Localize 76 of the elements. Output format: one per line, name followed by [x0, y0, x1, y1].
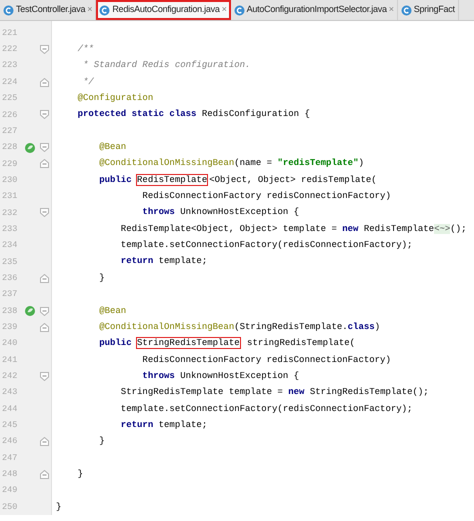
code-line: * Standard Redis configuration. [82, 61, 250, 70]
line-number: 243 [1, 386, 18, 400]
line-number: 246 [1, 435, 18, 448]
line-number: 248 [1, 468, 18, 481]
line-number: 232 [1, 206, 18, 220]
line-number: 240 [1, 337, 18, 350]
fold-icon[interactable] [40, 110, 48, 120]
code-line: } [98, 437, 105, 446]
file-tab[interactable]: AutoConfigurationImportSelector.java × [230, 0, 398, 20]
code-line: /** [76, 45, 94, 54]
line-number: 242 [1, 370, 18, 383]
code-line: throws UnknownHostException { [141, 208, 300, 218]
line-number: 250 [1, 500, 18, 514]
line-number: 222 [1, 43, 18, 56]
line-number: 245 [1, 419, 18, 432]
line-number: 241 [1, 354, 18, 366]
code-line: @ConditionalOnMissingBean(StringRedisTemplate.class) [98, 322, 380, 332]
class-file-icon [234, 4, 245, 16]
fold-icon[interactable] [40, 45, 48, 54]
bean-icon[interactable] [24, 305, 36, 318]
fold-icon[interactable] [40, 322, 48, 332]
code-line: return template; [120, 257, 208, 266]
line-number: 226 [1, 108, 18, 122]
code-line: */ [82, 78, 94, 87]
close-button[interactable]: × [222, 3, 227, 17]
fold-icon[interactable] [40, 470, 48, 479]
code-line: } [76, 470, 84, 479]
line-number: 235 [1, 256, 18, 268]
fold-icon[interactable] [40, 372, 48, 381]
line-number: 249 [1, 484, 18, 498]
line-number: 224 [1, 76, 18, 89]
line-number: 227 [1, 124, 18, 138]
line-number: 230 [1, 174, 18, 187]
code-line: template.setConnectionFactory(redisConnectionFactory); [120, 241, 412, 250]
fold-icon[interactable] [40, 208, 48, 218]
line-number: 247 [1, 452, 18, 464]
code-line: RedisConnectionFactory redisConnectionFactory) [141, 356, 391, 365]
line-number: 234 [1, 239, 18, 252]
code-line: RedisTemplate<Object, Object> template = new RedisTemplate<~>(); [120, 224, 466, 234]
line-number: 237 [1, 288, 18, 302]
code-line: return template; [120, 420, 208, 430]
line-number: 225 [1, 92, 18, 105]
fold-icon[interactable] [40, 437, 48, 446]
fold-icon[interactable] [40, 78, 48, 87]
fold-icon[interactable] [40, 306, 48, 316]
file-tab[interactable]: RedisAutoConfiguration.java × [96, 0, 231, 20]
code-line: @Bean [98, 306, 126, 316]
bean-icon[interactable] [24, 142, 36, 154]
code-line: @ConditionalOnMissingBean(name = "redisTemplate") [98, 159, 364, 168]
line-number: 221 [1, 26, 18, 40]
line-number: 231 [1, 190, 18, 203]
code-line: RedisConnectionFactory redisConnectionFactory) [141, 192, 391, 202]
code-line: } [56, 502, 62, 512]
fold-icon[interactable] [40, 143, 48, 152]
code-line: StringRedisTemplate template = new StringRedisTemplate(); [120, 388, 429, 398]
code-line: public StringRedisTemplate stringRedisTemplate( [98, 339, 356, 348]
line-number: 223 [1, 59, 18, 72]
line-number: 244 [1, 402, 18, 416]
class-file-icon [3, 4, 14, 16]
code-line: } [98, 274, 105, 283]
line-number: 239 [1, 320, 18, 334]
line-number: 228 [1, 141, 18, 154]
line-number: 238 [1, 304, 18, 318]
code-line: @Configuration [76, 94, 154, 104]
code-line: throws UnknownHostException { [141, 372, 300, 381]
code-line: protected static class RedisConfiguration { [76, 110, 310, 120]
class-file-icon [99, 4, 110, 16]
fold-icon[interactable] [40, 274, 48, 283]
class-file-icon [400, 4, 412, 16]
fold-icon[interactable] [40, 159, 48, 168]
code-line: @Bean [98, 143, 126, 152]
line-number: 229 [1, 158, 18, 170]
code-line: template.setConnectionFactory(redisConnectionFactory); [120, 404, 412, 414]
line-number: 236 [1, 272, 18, 285]
code-line: public RedisTemplate <Object, Object> redisTemplate( [98, 176, 377, 185]
line-number: 233 [1, 222, 18, 236]
